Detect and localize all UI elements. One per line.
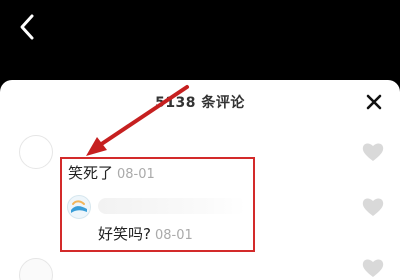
back-icon[interactable] [14,12,40,42]
like-heart-icon[interactable] [362,142,384,162]
comments-count-title: 5138 条评论 [155,95,245,111]
top-bar [0,0,400,80]
next-like-heart-icon[interactable] [362,258,384,278]
reply-like-heart-icon[interactable] [362,197,384,217]
annotation-highlight-box [60,157,255,252]
close-icon[interactable] [364,92,384,112]
commenter-avatar[interactable] [19,135,53,169]
next-commenter-avatar[interactable] [19,258,53,280]
